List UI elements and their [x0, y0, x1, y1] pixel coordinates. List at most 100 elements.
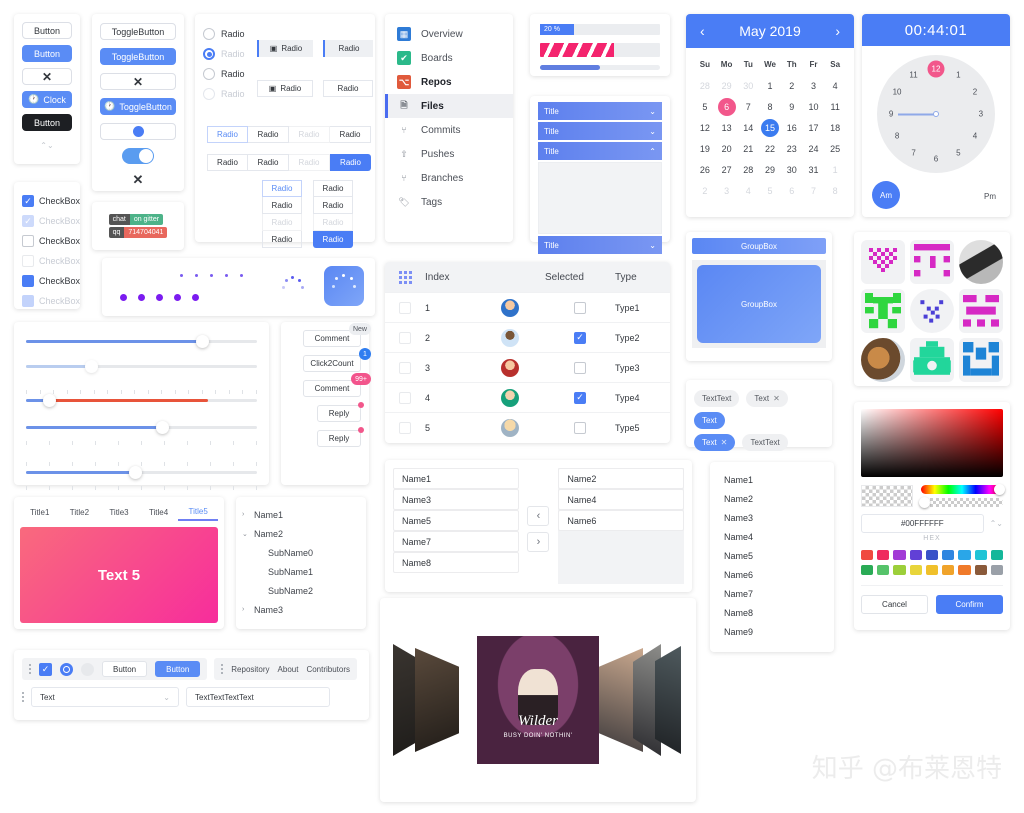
radio-seg[interactable]: Radio: [207, 126, 248, 143]
avatar-photo-motorcycle[interactable]: [959, 240, 1003, 284]
spinner-stepper[interactable]: ⌃⌄: [22, 137, 72, 154]
day-cell[interactable]: 14: [737, 117, 759, 138]
prev-month-button[interactable]: ‹: [700, 23, 705, 39]
chevron-right-icon[interactable]: ›: [242, 606, 249, 613]
day-cell[interactable]: 28: [694, 75, 716, 96]
opacity-slider[interactable]: [919, 497, 1003, 508]
pm-button[interactable]: Pm: [984, 192, 996, 201]
link-contributors[interactable]: Contributors: [306, 665, 350, 674]
toggle-knob[interactable]: [100, 123, 176, 140]
accordion-header[interactable]: Title ⌄: [538, 102, 662, 120]
tree-child-node[interactable]: SubName2: [242, 581, 360, 600]
avatar-photo-fox[interactable]: [861, 338, 905, 382]
day-cell[interactable]: 16: [781, 117, 803, 138]
toggle-clock[interactable]: 🕐 ToggleButton: [100, 98, 176, 115]
carousel-slide-right[interactable]: [655, 646, 681, 754]
gitter-badge[interactable]: chat on gitter: [108, 214, 168, 225]
list-item[interactable]: Name7: [716, 584, 828, 603]
day-cell[interactable]: 27: [716, 159, 738, 180]
row-checkbox[interactable]: [399, 391, 411, 404]
saturation-value-area[interactable]: [861, 409, 1003, 477]
radio-seg[interactable]: Radio: [248, 154, 289, 171]
day-cell[interactable]: 2: [694, 180, 716, 201]
day-cell[interactable]: 8: [759, 96, 781, 117]
list-item[interactable]: Name7: [393, 531, 519, 552]
tag-chip[interactable]: TextText: [694, 390, 740, 407]
list-item[interactable]: Name2: [558, 468, 684, 489]
selected-checkbox[interactable]: [574, 421, 586, 434]
toolbar-button-primary[interactable]: Button: [155, 661, 201, 677]
chevron-down-icon[interactable]: ⌄: [242, 530, 249, 538]
grip-icon[interactable]: [29, 664, 31, 674]
clock-number-10[interactable]: 10: [893, 87, 902, 96]
chevron-right-icon[interactable]: ›: [242, 511, 249, 518]
clock-number-12[interactable]: 12: [927, 60, 945, 78]
clock-number-3[interactable]: 3: [979, 110, 983, 119]
tree-child-node[interactable]: SubName1: [242, 562, 360, 581]
clock-number-7[interactable]: 7: [911, 148, 915, 157]
reply-button[interactable]: Reply: [317, 430, 361, 447]
color-swatch[interactable]: [990, 550, 1003, 560]
list-item[interactable]: Name6: [716, 565, 828, 584]
tag-chip[interactable]: TextText: [742, 434, 788, 451]
day-cell[interactable]: 6: [781, 180, 803, 201]
toolbar-radio-off[interactable]: [81, 662, 94, 676]
checkbox-row[interactable]: CheckBox: [22, 271, 80, 291]
color-swatch[interactable]: [877, 550, 890, 560]
slider-ticks-below[interactable]: [26, 421, 257, 434]
day-cell[interactable]: 5: [694, 96, 716, 117]
grid-icon[interactable]: [385, 270, 425, 284]
radio-seg[interactable]: Radio: [248, 126, 289, 143]
tab-title5[interactable]: Title5: [178, 503, 218, 521]
list-item[interactable]: Name3: [393, 489, 519, 510]
click2count-button[interactable]: Click2Count: [303, 355, 361, 372]
day-cell[interactable]: 1: [759, 75, 781, 96]
tree-node[interactable]: › Name3: [242, 600, 360, 619]
row-checkbox[interactable]: [399, 331, 411, 344]
sidebar-item-commits[interactable]: ⑂ Commits: [385, 118, 513, 142]
radio-icon[interactable]: [203, 28, 215, 40]
toolbar-button[interactable]: Button: [102, 661, 148, 677]
day-cell[interactable]: 30: [737, 75, 759, 96]
day-cell[interactable]: 23: [781, 138, 803, 159]
radio-seg-v[interactable]: Radio: [313, 197, 353, 214]
list-item[interactable]: Name1: [393, 468, 519, 489]
radio-seg-v[interactable]: Radio: [262, 197, 302, 214]
accordion-header[interactable]: Title ⌄: [538, 236, 662, 254]
radio-seg[interactable]: Radio: [330, 126, 371, 143]
identicon-blocks[interactable]: [910, 240, 954, 284]
day-cell[interactable]: 26: [694, 159, 716, 180]
close-icon[interactable]: ✕: [773, 394, 780, 403]
clock-number-6[interactable]: 6: [934, 154, 938, 163]
row-checkbox[interactable]: [399, 361, 411, 374]
list-item[interactable]: Name5: [716, 546, 828, 565]
tree-node[interactable]: › Name1: [242, 505, 360, 524]
button-default[interactable]: Button: [22, 22, 72, 39]
slider-handle[interactable]: [156, 421, 170, 434]
color-swatch[interactable]: [925, 550, 939, 560]
day-cell[interactable]: 18: [824, 117, 846, 138]
slider-handle[interactable]: [128, 466, 142, 479]
list-item[interactable]: Name2: [716, 489, 828, 508]
radio-button-calendar-selected[interactable]: ▣ Radio: [257, 40, 313, 57]
button-dark[interactable]: Button: [22, 114, 72, 131]
color-swatch[interactable]: [861, 550, 874, 560]
color-swatch[interactable]: [909, 550, 922, 560]
day-cell[interactable]: 10: [803, 96, 825, 117]
slider-plain[interactable]: [26, 335, 257, 348]
radio-seg-v[interactable]: Radio: [313, 180, 353, 197]
list-item[interactable]: Name8: [393, 552, 519, 573]
tab-title1[interactable]: Title1: [20, 503, 60, 521]
tag-chip[interactable]: Text ✕: [746, 390, 788, 407]
day-cell[interactable]: 20: [716, 138, 738, 159]
color-swatch[interactable]: [942, 550, 955, 560]
toggle-default[interactable]: ToggleButton: [100, 23, 176, 40]
grip-icon[interactable]: [221, 664, 224, 674]
slider-range[interactable]: [26, 394, 257, 407]
tab-title2[interactable]: Title2: [60, 503, 100, 521]
color-swatch[interactable]: [958, 565, 971, 575]
day-cell[interactable]: 30: [781, 159, 803, 180]
slider-ticks-both[interactable]: [26, 466, 257, 479]
close-icon[interactable]: ✕: [721, 438, 728, 447]
day-cell[interactable]: 13: [716, 117, 738, 138]
